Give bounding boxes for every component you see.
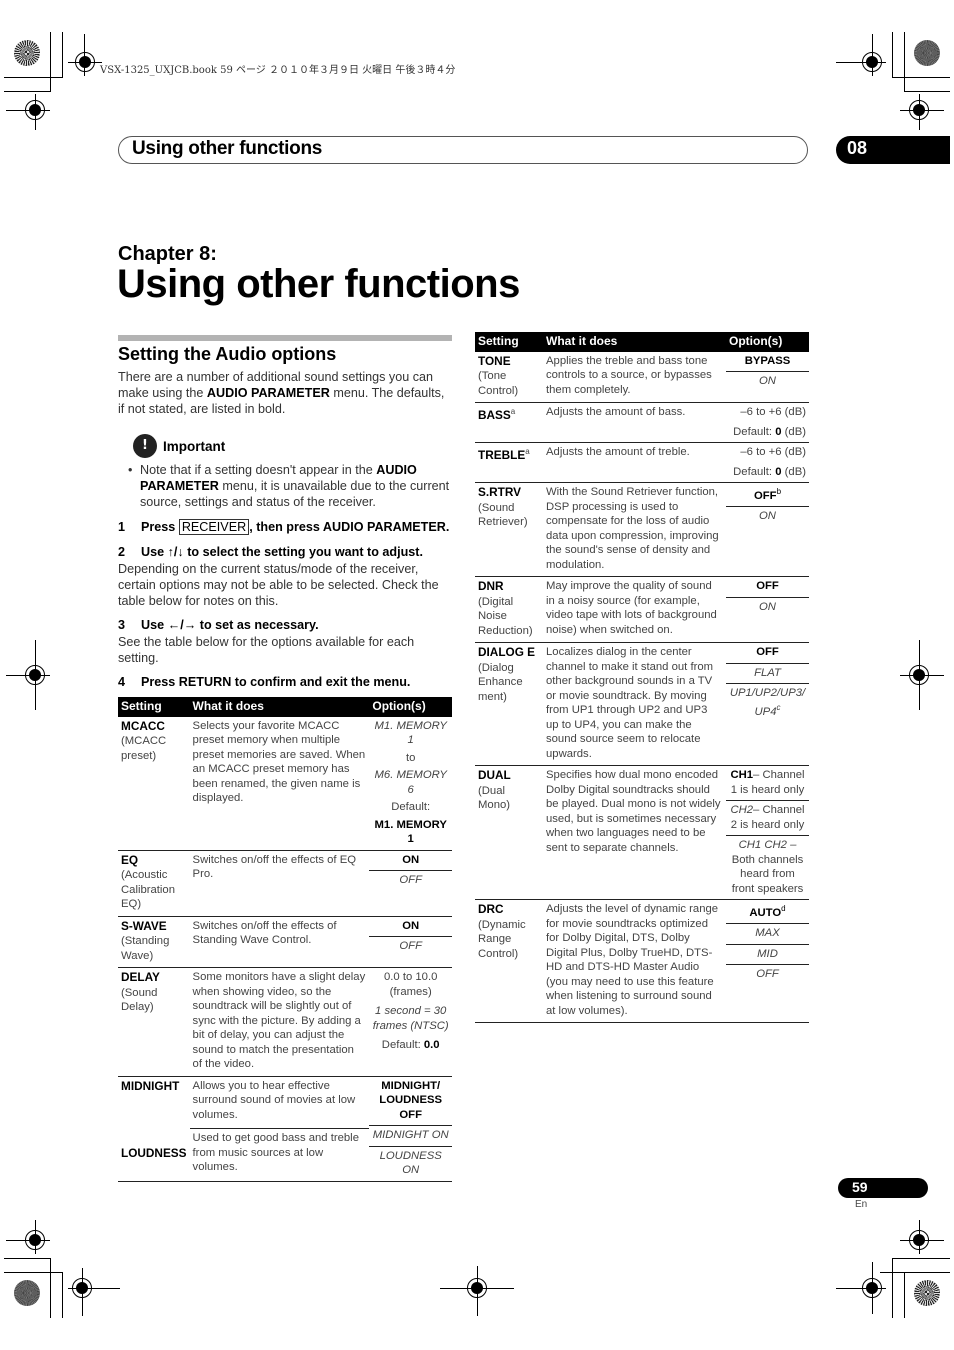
page-number-tab: 59 (838, 1178, 928, 1198)
step-1: 1 Press RECEIVER, then press AUDIO PARAME… (118, 519, 450, 535)
table-row-dnr: DNR (Digital Noise Reduction) May improve… (475, 576, 809, 643)
column-header-what: What it does (189, 697, 370, 717)
table-row-drc: DRC (Dynamic Range Control) Adjusts the l… (475, 899, 809, 1023)
bullet: • (128, 463, 133, 477)
chapter-number-tab: 08 (836, 136, 950, 164)
section-divider (118, 335, 452, 341)
table-row-s-rtrv: S.RTRV (Sound Retriever) With the Sound R… (475, 482, 809, 577)
intro-paragraph: There are a number of additional sound s… (118, 370, 445, 416)
column-header-options: Option(s) (369, 697, 452, 717)
color-target-icon (14, 1280, 40, 1306)
section-title: Setting the Audio options (118, 344, 337, 364)
color-target-icon (914, 40, 940, 66)
table-row-delay: DELAY (Sound Delay) Some monitors have a … (118, 967, 452, 1077)
table-row-s-wave: S-WAVE (Standing Wave) Switches on/off th… (118, 916, 452, 968)
important-label: Important (163, 439, 226, 454)
table-row-dual: DUAL (Dual Mono) Specifies how dual mono … (475, 765, 809, 900)
chapter-title: Using other functions (117, 262, 520, 306)
audio-options-table-right: Setting What it does Option(s) TONE (Tone… (475, 332, 809, 1023)
column-header-setting: Setting (118, 697, 190, 717)
column-header-what: What it does (543, 332, 726, 352)
table-row-mcacc: MCACC (MCACC preset) Selects your favorit… (118, 716, 452, 851)
chapter-number: 08 (847, 138, 868, 158)
print-slug: VSX-1325_UXJCB.book 59 ページ ２０１０年３月９日 火曜日… (100, 65, 456, 76)
step-4: 4 Press RETURN to confirm and exit the me… (118, 675, 411, 689)
table-row-eq: EQ (Acoustic Calibration EQ) Switches on/… (118, 850, 452, 917)
step-2-detail: Depending on the current status/mode of … (118, 562, 439, 608)
table-header-row: Setting What it does Option(s) (118, 697, 452, 717)
color-target-icon (14, 40, 40, 66)
page-language: En (855, 1199, 868, 1210)
important-note: • Note that if a setting doesn't appear … (128, 463, 450, 509)
color-target-icon (914, 1280, 940, 1306)
column-header-options: Option(s) (726, 332, 809, 352)
table-header-row: Setting What it does Option(s) (475, 332, 809, 352)
page-number: 59 (852, 1179, 868, 1195)
step-3-detail: See the table below for the options avai… (118, 635, 415, 665)
step-2: 2 Use ↑/↓ to select the setting you want … (118, 545, 424, 559)
important-pin-icon: ! (133, 434, 157, 458)
running-header-title: Using other functions (132, 138, 323, 159)
audio-options-table-left: Setting What it does Option(s) MCACC (MCA… (118, 697, 452, 1182)
running-header: Using other functions (118, 136, 808, 164)
table-row-tone: TONE (Tone Control) Applies the treble an… (475, 351, 809, 403)
table-row-treble: TREBLEa Adjusts the amount of treble. –6… (475, 442, 809, 483)
receiver-key: RECEIVER (178, 519, 250, 535)
table-row-bass: BASSa Adjusts the amount of bass. –6 to … (475, 402, 809, 443)
table-row-midnight: MIDNIGHT Allows you to hear effective su… (118, 1076, 452, 1182)
step-3: 3 Use ←/→ to set as necessary. (118, 618, 319, 632)
column-header-setting: Setting (475, 332, 543, 352)
table-row-dialog-e: DIALOG E (Dialog Enhance ment) Localizes … (475, 642, 809, 766)
